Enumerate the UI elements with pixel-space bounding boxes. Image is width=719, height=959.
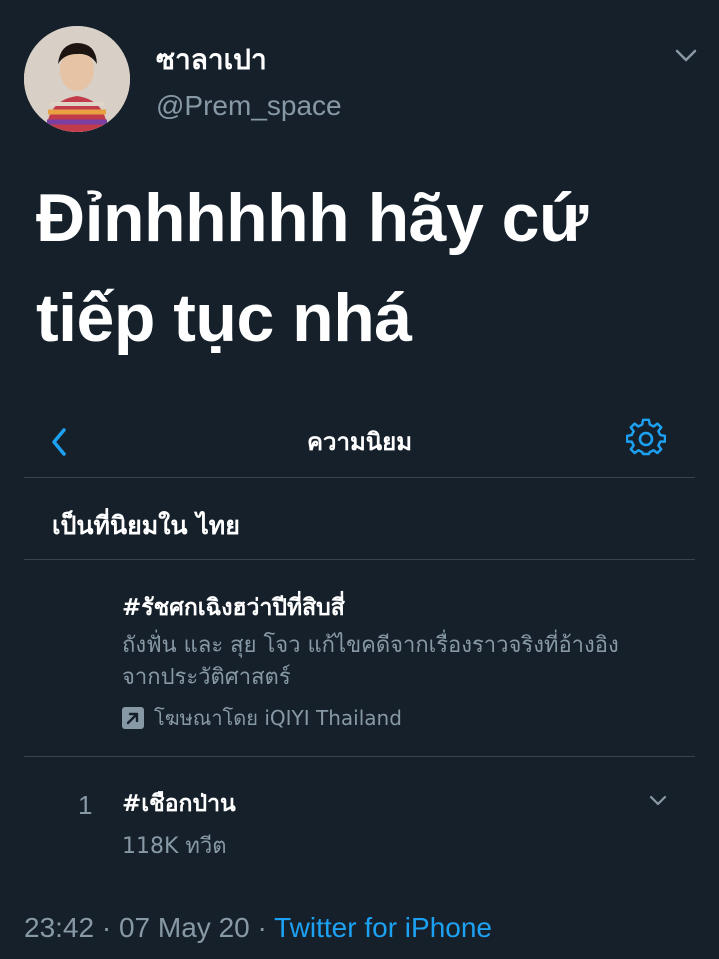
gear-icon[interactable]: [626, 418, 666, 458]
promoted-description: ถังฟั่น และ สุย โจว แก้ไขคดีจากเรื่องราว…: [122, 633, 619, 690]
card-title: ความนิยม: [306, 428, 413, 456]
divider: [24, 559, 695, 560]
author-display-name[interactable]: ซาลาเปา: [156, 38, 267, 82]
trend-tweet-count: 118K ทวีต: [122, 834, 227, 859]
divider: [24, 477, 695, 478]
card-header: ความนิยม: [24, 408, 695, 474]
tweet-text-line: tiếp tục nhá: [36, 280, 412, 356]
divider: [24, 756, 695, 757]
trend-hashtag[interactable]: #เชือกป่าน: [122, 786, 236, 822]
embedded-trends-card: ความนิยม เป็นที่นิยมใน ไทย #รัชศกเฉิงฮว่…: [24, 388, 695, 890]
promoted-sponsor: โฆษณาโดย iQIYI Thailand: [122, 702, 402, 734]
promoted-hashtag[interactable]: #รัชศกเฉิงฮว่าปีที่สิบสี่: [122, 590, 345, 626]
tweet-meta: 23:42 · 07 May 20 · Twitter for iPhone: [24, 912, 492, 944]
sponsor-label: โฆษณาโดย iQIYI Thailand: [154, 706, 402, 730]
tweet-text: Đỉnhhhhh hãy cứ tiếp tục nhá: [36, 168, 696, 368]
meta-separator: ·: [249, 912, 275, 943]
author-handle[interactable]: @Prem_space: [156, 90, 342, 122]
tweet-date: 07 May 20: [118, 912, 250, 943]
tweet-source-link[interactable]: Twitter for iPhone: [274, 912, 492, 943]
chevron-down-icon[interactable]: [668, 40, 704, 70]
tweet-text-line: Đỉnhhhhh hãy cứ: [36, 180, 588, 256]
chevron-down-icon[interactable]: [646, 788, 670, 812]
avatar[interactable]: [24, 26, 130, 132]
trend-rank: 1: [78, 790, 93, 820]
meta-separator: ·: [94, 912, 119, 943]
tweet-time: 23:42: [24, 912, 95, 943]
section-title: เป็นที่นิยมใน ไทย: [52, 511, 240, 540]
promoted-arrow-icon: [122, 707, 144, 729]
